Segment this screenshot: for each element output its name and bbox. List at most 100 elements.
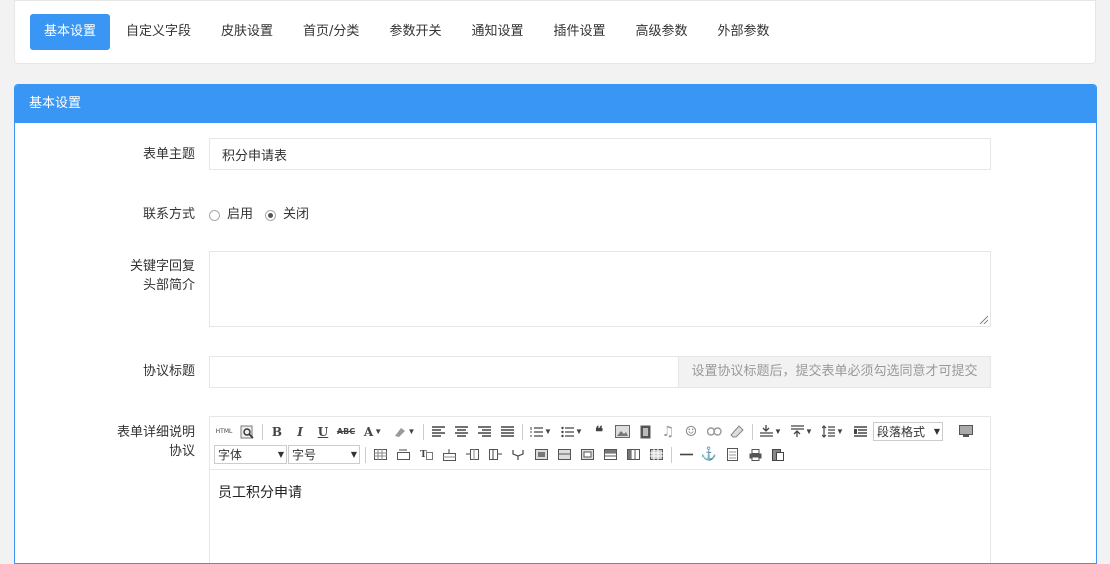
align-justify-button[interactable] bbox=[497, 422, 517, 442]
blockquote-button[interactable]: ❝ bbox=[589, 422, 609, 442]
editor-toolbar: HTML B I U ABC A ▼ ▼ ▼ ▼ ❝ ♫ ☺ ▼ ▼ ▼ 段落格… bbox=[210, 417, 990, 470]
insert-music-button[interactable]: ♫ bbox=[658, 422, 678, 442]
contact-label: 联系方式 bbox=[142, 207, 195, 222]
contact-disable-radio[interactable]: 关闭 bbox=[265, 205, 309, 225]
anchor-icon: ⚓ bbox=[700, 447, 718, 462]
bold-button[interactable]: B bbox=[267, 422, 287, 442]
split-to-cells-button[interactable] bbox=[577, 445, 597, 465]
dropdown-caret-icon: ▼ bbox=[805, 427, 813, 436]
anchor-button[interactable]: ⚓ bbox=[699, 445, 719, 465]
tab-param-switches[interactable]: 参数开关 bbox=[375, 14, 455, 50]
emoji-icon: ☺ bbox=[684, 423, 698, 440]
insert-paragraph-before-table-button[interactable] bbox=[393, 445, 413, 465]
font-color-button[interactable]: A ▼ bbox=[359, 422, 387, 442]
agreement-title-hint: 设置协议标题后，提交表单必须勾选同意才可提交 bbox=[678, 356, 991, 388]
merge-cells-button[interactable] bbox=[508, 445, 528, 465]
font-family-select[interactable]: 字体 ▼ bbox=[214, 445, 287, 464]
dropdown-caret-icon: ▼ bbox=[277, 450, 284, 459]
tab-advanced-params[interactable]: 高级参数 bbox=[621, 14, 701, 50]
radio-checked-icon bbox=[265, 209, 277, 221]
merge-right-button[interactable] bbox=[531, 445, 551, 465]
image-icon bbox=[614, 425, 630, 438]
table-props-button[interactable] bbox=[646, 445, 666, 465]
fullscreen-button[interactable] bbox=[956, 422, 976, 442]
row-spacing-top-icon bbox=[760, 425, 774, 437]
tab-external-params[interactable]: 外部参数 bbox=[704, 14, 784, 50]
align-right-icon bbox=[477, 426, 491, 437]
strikethrough-icon: ABC bbox=[336, 427, 356, 436]
paste-plain-button[interactable] bbox=[768, 445, 788, 465]
agreement-title-group: 设置协议标题后，提交表单必须勾选同意才可提交 bbox=[209, 356, 991, 388]
clear-format-button[interactable] bbox=[727, 422, 747, 442]
insert-col-button[interactable] bbox=[462, 445, 482, 465]
customstyle-button[interactable] bbox=[850, 422, 870, 442]
align-left-button[interactable] bbox=[428, 422, 448, 442]
insert-row-icon bbox=[442, 448, 456, 461]
row-spacing-top-button[interactable]: ▼ bbox=[757, 422, 785, 442]
tab-plugin-settings[interactable]: 插件设置 bbox=[539, 14, 619, 50]
keyword-label-line2: 头部简介 bbox=[142, 278, 195, 293]
row-spacing-bottom-icon bbox=[791, 425, 805, 437]
print-button[interactable] bbox=[745, 445, 765, 465]
highlight-button[interactable]: ▼ bbox=[390, 422, 418, 442]
insert-title-row-button[interactable]: T bbox=[416, 445, 436, 465]
strikethrough-button[interactable]: ABC bbox=[336, 422, 356, 442]
table-props-icon bbox=[649, 449, 663, 460]
tab-notification-settings[interactable]: 通知设置 bbox=[457, 14, 537, 50]
tab-custom-fields[interactable]: 自定义字段 bbox=[112, 14, 205, 50]
agreement-title-input[interactable] bbox=[209, 356, 678, 388]
insert-link-button[interactable] bbox=[704, 422, 724, 442]
tab-basic-settings[interactable]: 基本设置 bbox=[30, 14, 111, 50]
unordered-list-button[interactable]: ▼ bbox=[558, 422, 586, 442]
radio-unchecked-icon bbox=[209, 209, 220, 221]
subject-input[interactable] bbox=[209, 138, 991, 170]
paragraph-format-select[interactable]: 段落格式 ▼ bbox=[873, 422, 943, 441]
toolbar-row-2: 字体 ▼ 字号 ▼ T ⚓ bbox=[214, 443, 986, 466]
resize-grip-icon[interactable] bbox=[980, 316, 988, 324]
tab-skin-settings[interactable]: 皮肤设置 bbox=[207, 14, 287, 50]
font-family-value: 字体 bbox=[218, 448, 243, 462]
align-right-button[interactable] bbox=[474, 422, 494, 442]
tab-home-category[interactable]: 首页/分类 bbox=[289, 14, 373, 50]
line-height-button[interactable]: ▼ bbox=[819, 422, 847, 442]
preview-button[interactable] bbox=[237, 422, 257, 442]
agreement-title-label: 协议标题 bbox=[142, 364, 195, 379]
horizontal-rule-icon bbox=[679, 453, 693, 456]
contact-disable-label: 关闭 bbox=[283, 207, 310, 222]
contact-enable-radio[interactable]: 启用 bbox=[209, 205, 253, 225]
horizontal-rule-button[interactable] bbox=[676, 445, 696, 465]
merge-right-icon bbox=[534, 449, 548, 460]
insert-image-button[interactable] bbox=[612, 422, 632, 442]
row-spacing-bottom-button[interactable]: ▼ bbox=[788, 422, 816, 442]
editor-content[interactable]: 员工积分申请 bbox=[210, 470, 990, 514]
split-rows-icon bbox=[603, 449, 617, 460]
dropdown-caret-icon: ▼ bbox=[374, 427, 383, 436]
toolbar-separator bbox=[752, 423, 753, 440]
ordered-list-button[interactable]: ▼ bbox=[527, 422, 555, 442]
split-to-rows-button[interactable] bbox=[600, 445, 620, 465]
tab-bar: 基本设置 自定义字段 皮肤设置 首页/分类 参数开关 通知设置 插件设置 高级参… bbox=[30, 14, 786, 50]
insert-table-button[interactable] bbox=[370, 445, 390, 465]
align-center-button[interactable] bbox=[451, 422, 471, 442]
align-left-icon bbox=[431, 426, 445, 437]
insert-emoji-button[interactable]: ☺ bbox=[681, 422, 701, 442]
split-to-cols-button[interactable] bbox=[623, 445, 643, 465]
html-source-button[interactable]: HTML bbox=[214, 422, 234, 442]
merge-down-button[interactable] bbox=[554, 445, 574, 465]
title-row-icon: T bbox=[420, 450, 433, 460]
agreement-label-line1: 表单详细说明 bbox=[116, 425, 195, 440]
italic-button[interactable]: I bbox=[290, 422, 310, 442]
panel-title: 基本设置 bbox=[15, 85, 1096, 123]
insert-video-button[interactable] bbox=[635, 422, 655, 442]
underline-button[interactable]: U bbox=[313, 422, 333, 442]
font-size-value: 字号 bbox=[292, 448, 317, 462]
font-size-select[interactable]: 字号 ▼ bbox=[288, 445, 360, 464]
quote-icon: ❝ bbox=[594, 422, 604, 441]
insert-date-button[interactable] bbox=[722, 445, 742, 465]
ordered-list-icon bbox=[530, 426, 544, 437]
keyword-textarea[interactable] bbox=[209, 251, 991, 327]
rich-text-editor: HTML B I U ABC A ▼ ▼ ▼ ▼ ❝ ♫ ☺ ▼ ▼ ▼ 段落格… bbox=[209, 416, 991, 563]
delete-col-button[interactable] bbox=[485, 445, 505, 465]
table-icon bbox=[373, 449, 387, 460]
insert-row-button[interactable] bbox=[439, 445, 459, 465]
